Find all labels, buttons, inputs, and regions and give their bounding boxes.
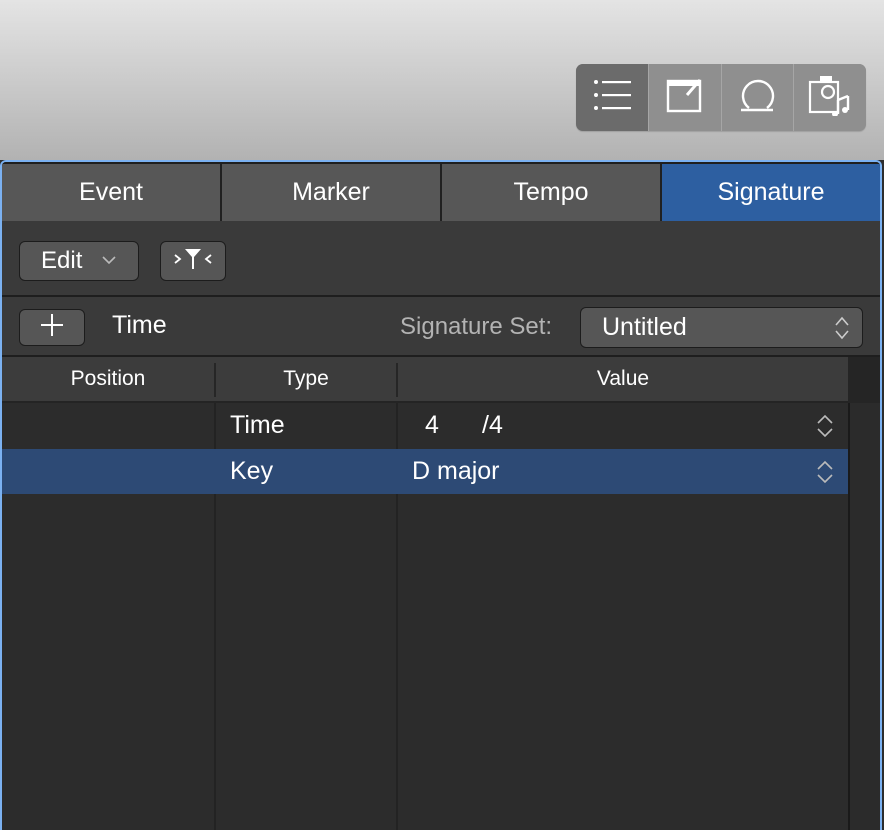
- table-row[interactable]: Key D major: [2, 449, 848, 494]
- key-value[interactable]: D major: [412, 449, 500, 494]
- edit-menu-label: Edit: [41, 247, 83, 274]
- signature-set-label: Signature Set:: [400, 313, 553, 340]
- type-cell: Key: [230, 457, 274, 485]
- tab-bar: Event Marker Tempo Signature: [2, 162, 880, 221]
- event-filter-button[interactable]: [160, 241, 226, 281]
- toolbar: Edit: [2, 221, 880, 297]
- position-cell: [2, 449, 214, 494]
- filter-icon: [172, 246, 214, 277]
- table-header: Position Type Value: [2, 357, 848, 403]
- tab-tempo[interactable]: Tempo: [442, 164, 662, 221]
- loop-browser-button[interactable]: [721, 64, 795, 131]
- up-down-chevron-icon[interactable]: [816, 413, 834, 439]
- chevron-down-icon: [102, 252, 116, 270]
- plus-icon: [40, 313, 64, 342]
- signature-set-bar: Time Signature Set: Untitled: [2, 297, 880, 357]
- vertical-scrollbar[interactable]: [848, 403, 880, 830]
- list-icon: [593, 78, 631, 117]
- add-signature-button[interactable]: [19, 309, 85, 346]
- list-editor-button[interactable]: [576, 64, 649, 131]
- up-down-chevron-icon: [834, 315, 850, 346]
- tab-marker[interactable]: Marker: [222, 164, 442, 221]
- tab-event[interactable]: Event: [2, 164, 222, 221]
- column-header-position[interactable]: Position: [2, 357, 214, 401]
- list-editor-panel: Event Marker Tempo Signature Edit Time S…: [0, 160, 882, 830]
- view-toggle-group: [576, 64, 866, 131]
- signature-set-select[interactable]: Untitled: [580, 307, 863, 348]
- edit-menu-button[interactable]: Edit: [19, 241, 139, 281]
- denominator-value[interactable]: /4: [482, 403, 503, 448]
- table-row[interactable]: Time 4 /4: [2, 403, 848, 448]
- header-corner: [848, 357, 880, 403]
- type-cell: Time: [230, 411, 285, 439]
- column-header-type[interactable]: Type: [216, 357, 396, 401]
- note-pad-icon: [665, 75, 705, 120]
- loop-icon: [737, 75, 777, 120]
- window-top-area: [0, 0, 884, 160]
- insert-type-label: Time: [112, 311, 167, 339]
- position-cell: [2, 403, 214, 448]
- column-header-value[interactable]: Value: [398, 357, 848, 401]
- media-browser-button[interactable]: [794, 64, 866, 131]
- tab-signature[interactable]: Signature: [662, 164, 880, 221]
- media-browser-icon: [808, 74, 852, 121]
- numerator-value[interactable]: 4: [425, 403, 439, 448]
- up-down-chevron-icon[interactable]: [816, 459, 834, 485]
- note-pad-button[interactable]: [648, 64, 722, 131]
- signature-set-value: Untitled: [602, 313, 687, 341]
- event-list: Time 4 /4 Key D major: [2, 403, 848, 830]
